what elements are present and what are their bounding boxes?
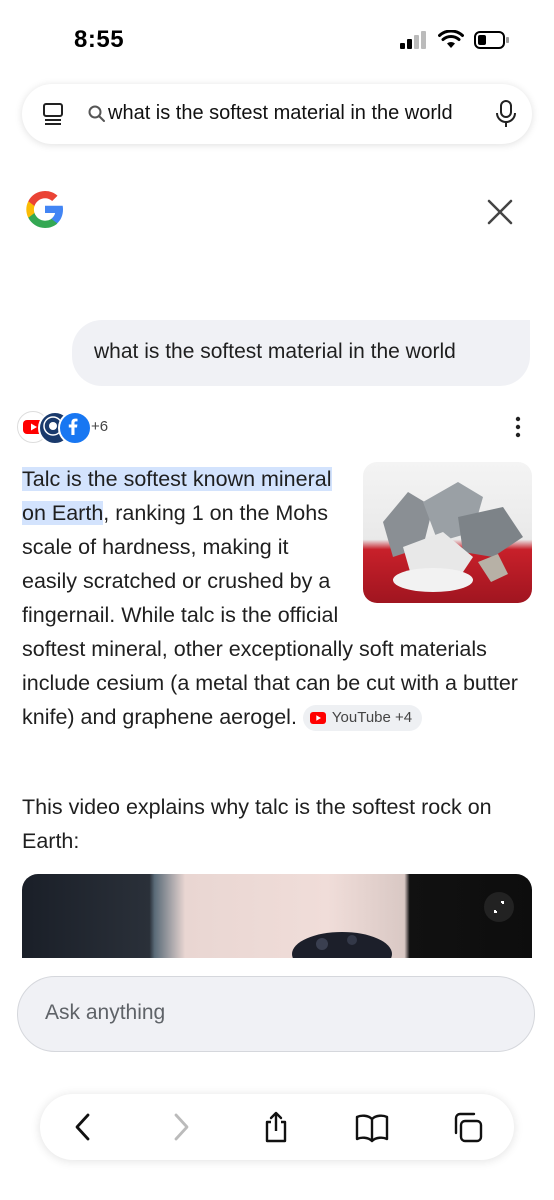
tabs-overview-icon[interactable]	[452, 1110, 484, 1144]
wifi-icon	[438, 30, 464, 48]
expand-icon[interactable]	[484, 892, 514, 922]
more-vert-icon[interactable]	[512, 416, 524, 438]
source-chip-label: YouTube +4	[331, 709, 413, 727]
bookmarks-icon[interactable]	[354, 1110, 390, 1144]
back-icon[interactable]	[72, 1110, 94, 1144]
share-icon[interactable]	[262, 1110, 290, 1144]
tabs-icon[interactable]	[42, 102, 64, 126]
close-icon[interactable]	[486, 198, 514, 226]
talc-image[interactable]	[363, 462, 532, 603]
video-player[interactable]	[22, 874, 532, 958]
ask-placeholder[interactable]: Ask anything	[45, 1001, 165, 1025]
status-time: 8:55	[74, 26, 125, 53]
facebook-icon[interactable]	[58, 411, 92, 445]
signal-icon	[400, 31, 426, 49]
mic-icon[interactable]	[496, 100, 516, 128]
sources-more-count[interactable]: +6	[91, 418, 108, 435]
answer-text: Talc is the softest known mineral on Ear…	[22, 462, 532, 734]
youtube-chip-icon	[309, 712, 326, 725]
address-bar[interactable]: what is the softest material in the worl…	[22, 84, 532, 144]
user-query-text: what is the softest material in the worl…	[94, 340, 456, 363]
source-chip[interactable]: YouTube +4	[302, 705, 423, 732]
battery-icon	[474, 31, 509, 49]
forward-icon[interactable]	[170, 1110, 192, 1144]
status-icons	[400, 30, 510, 50]
video-intro-text: This video explains why talc is the soft…	[22, 795, 492, 853]
address-text[interactable]: what is the softest material in the worl…	[108, 102, 453, 125]
google-logo	[26, 191, 63, 228]
search-icon	[88, 105, 105, 122]
